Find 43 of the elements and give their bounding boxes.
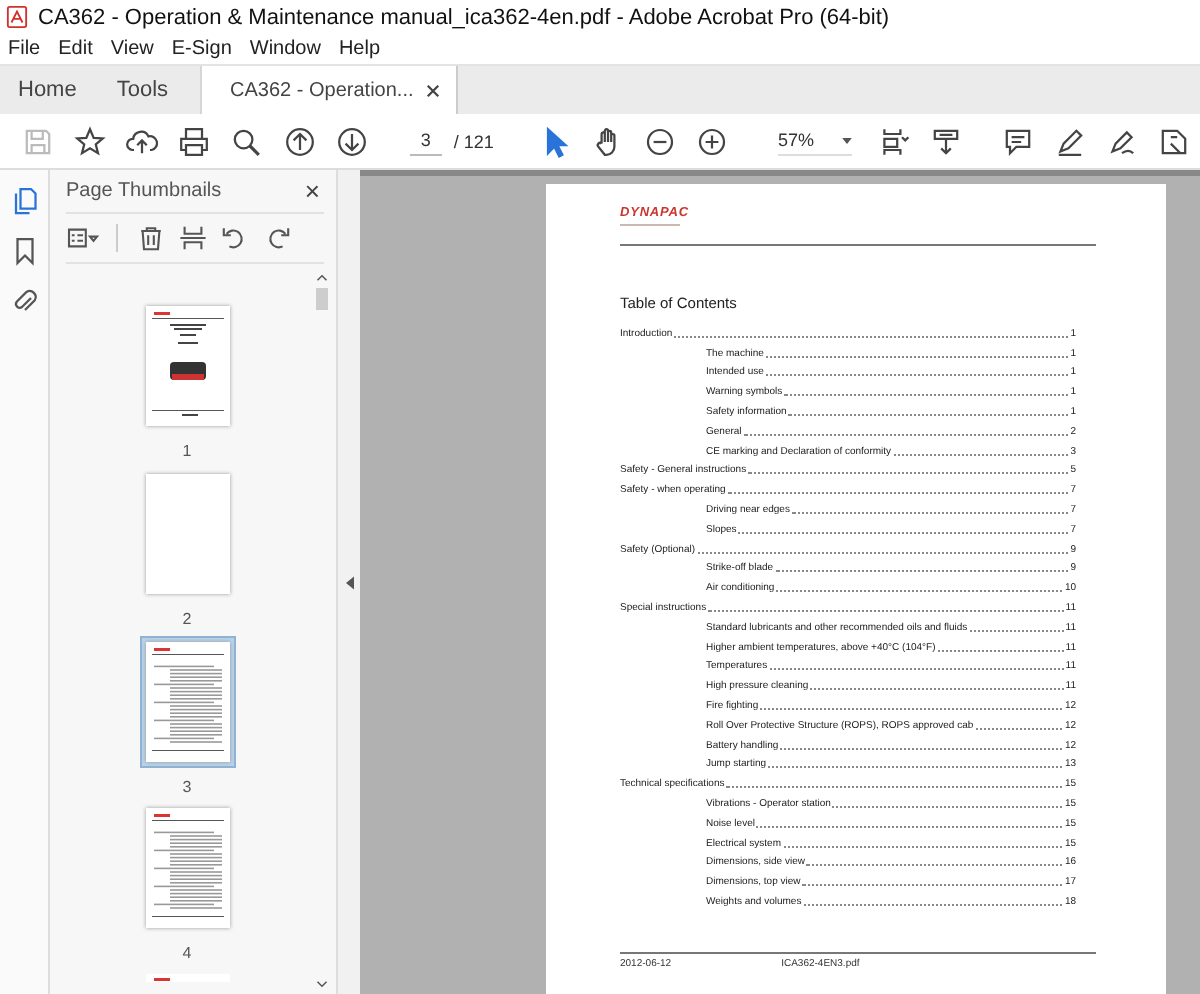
- menu-item[interactable]: Window: [249, 38, 321, 60]
- menu-item[interactable]: File: [8, 38, 41, 60]
- window-title: CA362 - Operation & Maintenance manual_ica362-4en.pdf - Adobe Acrobat Pro (64-bit): [38, 5, 890, 29]
- pdf-app-icon: [6, 6, 28, 28]
- page-thumbnail[interactable]: [145, 974, 229, 983]
- tab[interactable]: CA362 - Operation...: [202, 66, 458, 114]
- close-button[interactable]: ×: [300, 176, 324, 206]
- upload-icon[interactable]: [126, 125, 158, 157]
- menu-item[interactable]: Edit: [58, 38, 93, 60]
- fit-page-icon[interactable]: [877, 125, 910, 157]
- tagline-line: [620, 224, 680, 226]
- insert-pages-icon[interactable]: [176, 224, 210, 252]
- page-thumbnail[interactable]: [139, 635, 235, 768]
- page-number: 1: [182, 442, 192, 460]
- collapse-arrow-icon[interactable]: [345, 575, 353, 589]
- paperclip-icon[interactable]: [9, 286, 39, 316]
- comment-icon[interactable]: [1001, 125, 1034, 157]
- menu-item[interactable]: Help: [338, 38, 381, 60]
- menu-item[interactable]: View: [110, 38, 154, 60]
- close-tab-icon[interactable]: [425, 83, 440, 97]
- pages-icon[interactable]: [9, 186, 39, 216]
- tag-pencil-icon[interactable]: [1157, 125, 1190, 157]
- scrollbar-thumb[interactable]: [316, 288, 328, 310]
- sign-pen-icon[interactable]: [1105, 125, 1138, 157]
- menu-item[interactable]: E-Sign: [171, 38, 232, 60]
- caret-icon: [841, 137, 852, 143]
- print-icon[interactable]: [178, 125, 210, 157]
- options-icon[interactable]: [66, 224, 100, 252]
- scroll-down-icon[interactable]: [316, 980, 328, 988]
- page-number: 4: [182, 944, 192, 963]
- search-icon[interactable]: [230, 125, 262, 157]
- page-number: 3: [182, 777, 192, 796]
- tab[interactable]: Home: [0, 66, 97, 114]
- page-number: 2: [182, 609, 192, 628]
- star-icon[interactable]: [74, 125, 106, 157]
- panel-title: Page Thumbnails: [66, 180, 222, 202]
- highlighter-icon[interactable]: [1053, 125, 1086, 157]
- zoom-out-icon[interactable]: [643, 125, 676, 157]
- page-count: / 121: [453, 131, 494, 151]
- zoom-in-icon[interactable]: [695, 125, 728, 157]
- scroll-mode-icon[interactable]: [929, 125, 962, 157]
- zoom-dropdown[interactable]: 57%: [777, 126, 852, 156]
- scroll-up-icon[interactable]: [316, 274, 328, 282]
